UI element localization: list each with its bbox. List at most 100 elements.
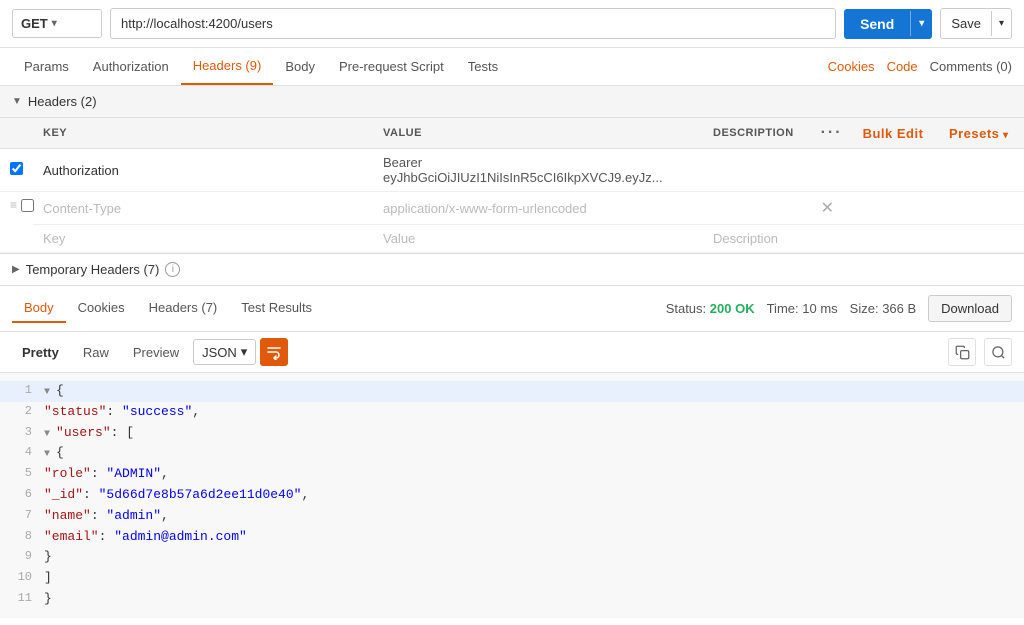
tab-headers[interactable]: Headers (9) [181,48,274,85]
tab-right-links: Cookies Code Comments (0) [828,59,1012,74]
line-number: 3 [4,423,44,444]
row-checkbox[interactable] [21,199,34,212]
format-label: JSON [202,345,237,360]
code-viewer: 1▼ {2 "status": "success",3▼ "users": [4… [0,373,1024,618]
plain-token: : [99,529,115,544]
copy-button[interactable] [948,338,976,366]
save-chevron-icon: ▾ [991,11,1011,36]
remove-row-icon[interactable]: ✕ [821,200,834,217]
plain-token: : [111,425,127,440]
new-desc-placeholder: Description [713,231,778,246]
row-checkbox[interactable] [10,162,23,175]
collapse-icon[interactable]: ▼ [44,429,56,440]
value-text: Bearer eyJhbGciOiJIUzI1NiIsInR5cCI6IkpXV… [383,155,663,185]
row-key-cell: Content-Type [33,192,373,225]
headers-section: ▼ Headers (2) KEY VALUE DESCRIPTION ··· … [0,86,1024,253]
table-row: Authorization Bearer eyJhbGciOiJIUzI1NiI… [0,149,1024,192]
plain-token: : [91,508,107,523]
method-select[interactable]: GET ▾ [12,9,102,38]
code-line: 11} [0,589,1024,610]
line-number: 8 [4,527,44,548]
code-line: 5 "role": "ADMIN", [0,464,1024,485]
collapse-icon[interactable]: ▼ [44,387,56,398]
download-button[interactable]: Download [928,295,1012,322]
format-chevron-icon: ▾ [241,344,248,360]
body-tab-preview[interactable]: Preview [123,340,189,365]
line-number: 2 [4,402,44,423]
send-button[interactable]: Send ▾ [844,9,932,39]
code-line: 3▼ "users": [ [0,423,1024,444]
line-number: 11 [4,589,44,610]
str-token: "admin@admin.com" [114,529,247,544]
line-number: 10 [4,568,44,589]
str-token: "admin" [106,508,161,523]
resp-tab-body[interactable]: Body [12,294,66,323]
row-extra1 [853,192,939,225]
plain-token: : [106,404,122,419]
tab-params[interactable]: Params [12,49,81,84]
resp-tab-cookies[interactable]: Cookies [66,294,137,323]
top-bar: GET ▾ Send ▾ Save ▾ [0,0,1024,48]
new-row-desc: Description [703,225,811,253]
row-desc-cell [703,192,811,225]
brace-token: } [44,591,52,606]
key-token: "users" [56,425,111,440]
temp-headers-chevron-icon: ▶ [12,264,20,275]
temp-headers-section[interactable]: ▶ Temporary Headers (7) i [0,253,1024,286]
more-options-icon[interactable]: ··· [821,124,843,141]
body-tab-pretty[interactable]: Pretty [12,340,69,365]
row-action-cell: ✕ [811,192,853,225]
collapse-icon[interactable]: ▼ [44,449,56,460]
row-extra1 [853,149,939,192]
body-tab-raw[interactable]: Raw [73,340,119,365]
tab-pre-request[interactable]: Pre-request Script [327,49,456,84]
comments-link[interactable]: Comments (0) [930,59,1012,74]
body-toolbar: Pretty Raw Preview JSON ▾ [0,332,1024,373]
presets-cell: Presets ▾ [939,118,1024,149]
line-content: } [44,547,1020,568]
tab-authorization[interactable]: Authorization [81,49,181,84]
new-key-placeholder: Key [43,231,65,246]
search-button[interactable] [984,338,1012,366]
resp-tab-headers[interactable]: Headers (7) [137,294,230,323]
line-number: 1 [4,381,44,402]
tab-tests[interactable]: Tests [456,49,510,84]
row-action-cell [811,149,853,192]
brace-token: { [56,383,64,398]
code-link[interactable]: Code [887,59,918,74]
line-content: "role": "ADMIN", [44,464,1020,485]
new-row-check [0,225,33,253]
time-value: 10 ms [802,301,837,316]
url-input[interactable] [110,8,836,39]
headers-table: KEY VALUE DESCRIPTION ··· Bulk Edit Pres… [0,118,1024,253]
search-icon [991,345,1006,360]
row-checkbox-cell: ≡ [0,192,30,218]
wrap-button[interactable] [260,338,288,366]
code-line: 9 } [0,547,1024,568]
tab-body[interactable]: Body [273,49,327,84]
row-desc-cell [703,149,811,192]
resp-tab-test-results[interactable]: Test Results [229,294,324,323]
bulk-edit-button[interactable]: Bulk Edit [863,126,924,141]
new-row-extra2 [939,225,1024,253]
line-content: "name": "admin", [44,506,1020,527]
code-line: 1▼ { [0,381,1024,402]
line-content: "status": "success", [44,402,1020,423]
headers-section-header[interactable]: ▼ Headers (2) [0,86,1024,118]
presets-button[interactable]: Presets [949,126,999,141]
line-number: 6 [4,485,44,506]
info-icon[interactable]: i [165,262,180,277]
format-select[interactable]: JSON ▾ [193,339,256,365]
line-number: 9 [4,547,44,568]
wrap-icon [266,344,282,360]
cookies-link[interactable]: Cookies [828,59,875,74]
brace-token: ] [44,570,52,585]
drag-handle-icon[interactable]: ≡ [10,198,17,212]
headers-section-title: Headers (2) [28,94,97,109]
send-label: Send [844,9,910,39]
save-button[interactable]: Save ▾ [940,8,1012,39]
line-number: 7 [4,506,44,527]
row-checkbox-cell[interactable] [0,149,33,192]
code-line: 2 "status": "success", [0,402,1024,423]
new-row-extra1 [853,225,939,253]
